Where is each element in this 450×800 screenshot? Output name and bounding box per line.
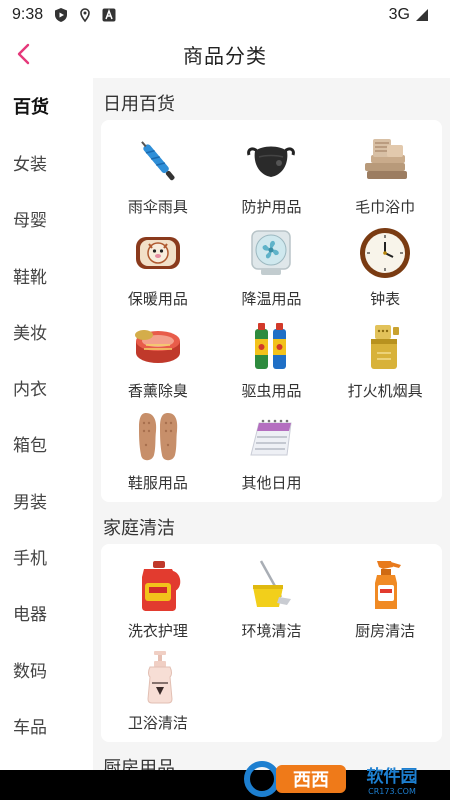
mop-bucket-icon [241,556,301,614]
svg-text:软件园: 软件园 [367,766,418,787]
aroma-tin-icon [128,316,188,374]
sidebar-item-label: 百货 [13,97,49,118]
spray-bottle-icon [355,556,415,614]
category-item-lighters[interactable]: 打火机烟具 [328,312,442,404]
hand-warmer-icon [128,224,188,282]
svg-text:CR173.COM: CR173.COM [368,787,416,796]
category-item-label: 钟表 [370,291,401,308]
insoles-icon [128,408,188,466]
sidebar-item-shouji[interactable]: 手机 [0,528,93,584]
sidebar-item-nvzhuang[interactable]: 女装 [0,134,93,190]
category-item-label: 厨房清洁 [355,623,416,640]
sidebar-item-chepin[interactable]: 车品 [0,697,93,753]
sidebar-item-label: 箱包 [13,436,47,456]
app-a-icon [101,7,117,23]
detergent-bottle-icon [128,556,188,614]
sidebar-item-label: 手机 [13,549,47,569]
towel-icon [355,132,415,190]
category-item-environment[interactable]: 环境清洁 [215,552,329,644]
sidebar-item-neiyi[interactable]: 内衣 [0,359,93,415]
category-item-label: 打火机烟具 [347,383,423,400]
category-item-label: 雨伞雨具 [127,199,188,216]
umbrella-icon [128,132,188,190]
sidebar-item-meizhuang[interactable]: 美妆 [0,303,93,359]
status-bar: 9:38 3G [0,0,450,30]
sidebar-item-label: 女装 [13,154,47,174]
category-grid: 雨伞雨具 防护用品 毛巾浴巾 保暖用品 降温用品 钟表 香薰除臭 驱虫用品 打火… [101,120,442,502]
lighter-icon [355,316,415,374]
category-item-label: 驱虫用品 [241,383,302,400]
shield-play-icon [53,7,69,23]
sidebar-item-muying[interactable]: 母婴 [0,191,93,247]
category-item-label: 卫浴清洁 [127,715,188,732]
sidebar-item-label: 内衣 [13,380,47,400]
category-grid: 洗衣护理 环境清洁 厨房清洁 卫浴清洁 [101,544,442,742]
category-item-insect[interactable]: 驱虫用品 [215,312,329,404]
page-title: 商品分类 [183,45,267,68]
watermark-logo: 西西 软件园 CR173.COM [244,761,418,797]
category-item-label: 香薰除臭 [127,383,188,400]
category-sidebar: 百货 女装 母婴 鞋靴 美妆 内衣 箱包 男装 手机 电器 数码 车品 [0,78,93,770]
category-item-warmers[interactable]: 保暖用品 [101,220,215,312]
category-item-towels[interactable]: 毛巾浴巾 [328,128,442,220]
sidebar-item-label: 鞋靴 [13,267,47,287]
category-item-other[interactable]: 其他日用 [215,404,329,496]
sidebar-item-nanzhuang[interactable]: 男装 [0,472,93,528]
clock-icon [355,224,415,282]
status-time: 9:38 [12,6,44,23]
pump-bottle-icon [128,648,188,706]
sidebar-item-dianqi[interactable]: 电器 [0,585,93,641]
sidebar-item-xiangbao[interactable]: 箱包 [0,416,93,472]
category-item-label: 毛巾浴巾 [355,199,416,216]
sidebar-item-label: 男装 [13,492,47,512]
signal-icon [414,7,430,23]
app-header: 商品分类 [0,30,450,78]
fan-icon [241,224,301,282]
section-title: 日用百货 [103,94,175,114]
category-item-label: 防护用品 [241,199,302,216]
sidebar-item-label: 母婴 [13,211,47,231]
insect-spray-icon [241,316,301,374]
back-button[interactable] [8,38,40,70]
sidebar-item-label: 电器 [13,605,47,625]
category-item-laundry[interactable]: 洗衣护理 [101,552,215,644]
svg-text:西西: 西西 [293,770,329,791]
category-item-label: 保暖用品 [127,291,188,308]
category-item-clocks[interactable]: 钟表 [328,220,442,312]
sidebar-item-shuma[interactable]: 数码 [0,641,93,697]
sidebar-item-label: 数码 [13,661,47,681]
category-item-cooling[interactable]: 降温用品 [215,220,329,312]
category-item-umbrella[interactable]: 雨伞雨具 [101,128,215,220]
category-item-bathroom[interactable]: 卫浴清洁 [101,644,215,736]
section-title: 家庭清洁 [103,518,175,538]
category-item-label: 其他日用 [241,475,302,492]
category-item-kitchen-clean[interactable]: 厨房清洁 [328,552,442,644]
desk-calendar-icon [241,408,301,466]
network-type: 3G [388,6,410,23]
category-item-label: 洗衣护理 [127,623,188,640]
face-mask-icon [241,132,301,190]
category-item-protection[interactable]: 防护用品 [215,128,329,220]
category-content: 日用百货 雨伞雨具 防护用品 毛巾浴巾 保暖用品 降温用品 钟表 香薰除臭 驱虫… [93,78,450,770]
sidebar-item-xiexue[interactable]: 鞋靴 [0,247,93,303]
category-item-label: 鞋服用品 [127,475,188,492]
category-item-label: 降温用品 [241,291,302,308]
sidebar-item-baihuo[interactable]: 百货 [0,78,93,134]
location-pin-icon [77,7,93,23]
category-item-shoecare[interactable]: 鞋服用品 [101,404,215,496]
chevron-left-icon [17,43,30,65]
sidebar-item-label: 车品 [13,717,47,737]
category-item-label: 环境清洁 [241,623,302,640]
category-item-aroma[interactable]: 香薰除臭 [101,312,215,404]
sidebar-item-label: 美妆 [13,323,47,343]
